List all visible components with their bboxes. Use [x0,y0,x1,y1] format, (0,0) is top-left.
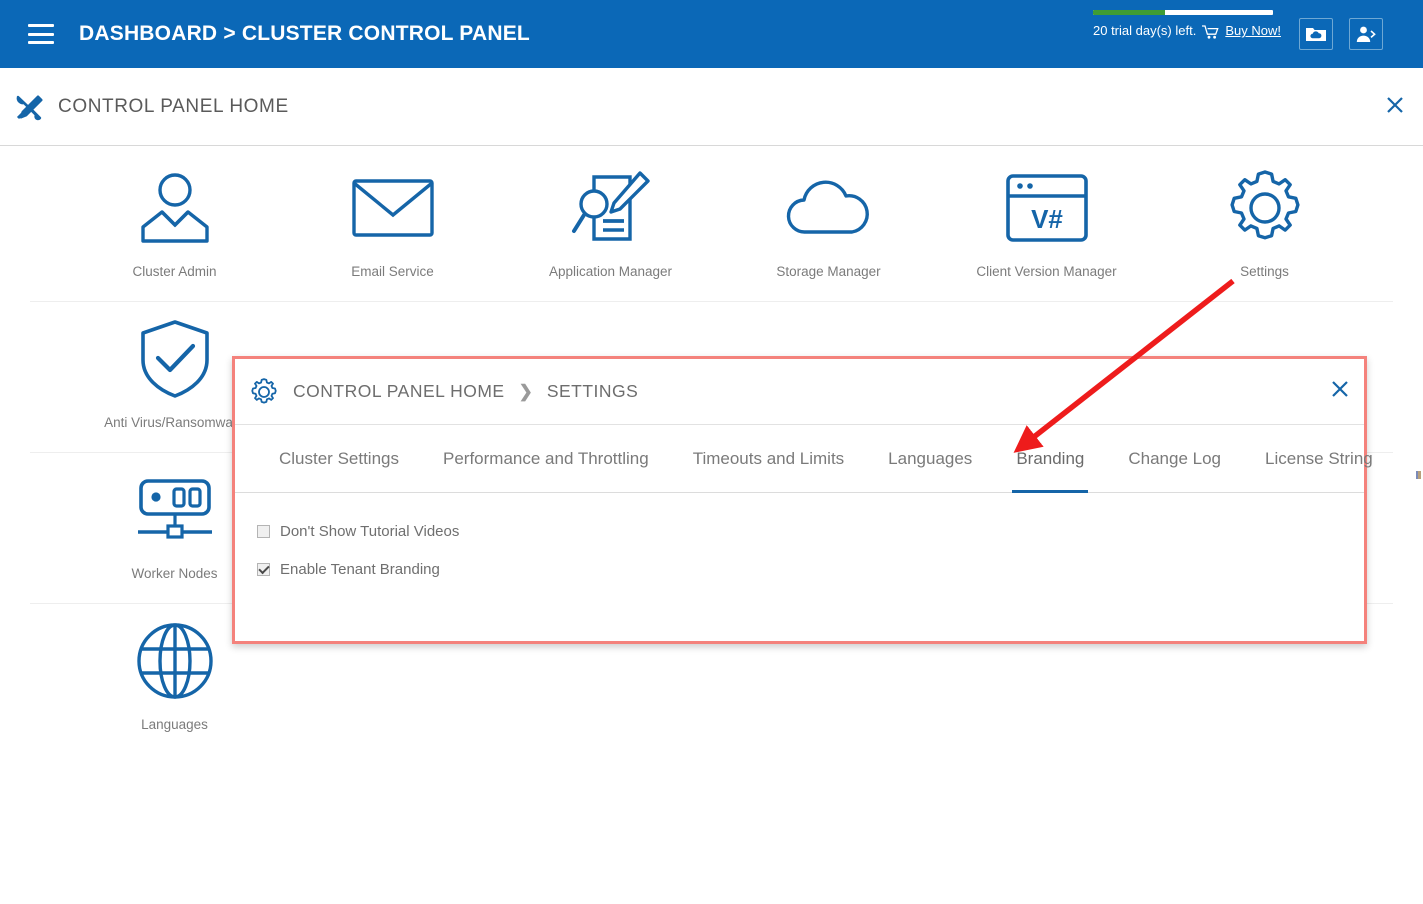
tab-performance-and-throttling[interactable]: Performance and Throttling [421,425,671,493]
tab-label: Change Log [1128,448,1222,468]
tile-storage-manager[interactable]: Storage Manager [741,168,916,279]
browser-window-vhash-icon: V# [959,168,1134,248]
buy-now-link[interactable]: Buy Now! [1225,23,1281,38]
tile-label: Application Manager [548,264,673,279]
checkbox-row: Don't Show Tutorial Videos [257,523,1364,540]
document-search-edit-icon [523,168,698,248]
envelope-icon [305,168,480,248]
control-panel-home-header: CONTROL PANEL HOME [0,68,1423,146]
tab-label: Cluster Settings [279,448,399,468]
tab-cluster-settings[interactable]: Cluster Settings [257,425,421,493]
enable-tenant-branding-label[interactable]: Enable Tenant Branding [280,561,440,578]
tile-client-version-manager[interactable]: V# Client Version Manager [959,168,1134,279]
tab-change-log[interactable]: Change Log [1106,425,1243,493]
tab-timeouts-and-limits[interactable]: Timeouts and Limits [671,425,866,493]
tab-label: Branding [1016,448,1085,468]
tile-label: Languages [141,717,208,732]
tile-label: Email Service [351,264,434,279]
scroll-marker [1416,471,1421,479]
settings-panel-header: CONTROL PANEL HOME ❯ SETTINGS [235,359,1364,425]
settings-tab-bar: Cluster Settings Performance and Throttl… [235,425,1373,493]
close-icon[interactable] [1330,379,1350,404]
breadcrumb-current: SETTINGS [546,381,639,401]
tab-label: Performance and Throttling [443,448,649,468]
checkbox-row: Enable Tenant Branding [257,561,1364,578]
dont-show-tutorial-videos-label[interactable]: Don't Show Tutorial Videos [280,523,459,540]
tile-settings[interactable]: Settings [1177,168,1352,279]
trial-status: 20 trial day(s) left. Buy Now! [1093,10,1281,39]
tab-branding[interactable]: Branding [994,425,1106,493]
enable-tenant-branding-checkbox[interactable] [257,563,270,576]
tab-languages[interactable]: Languages [866,425,994,493]
branding-tab-content: Don't Show Tutorial Videos Enable Tenant… [235,493,1364,578]
tools-icon [12,90,46,124]
top-navigation-bar: DASHBOARD > CLUSTER CONTROL PANEL 20 tri… [0,0,1423,68]
app-root: DASHBOARD > CLUSTER CONTROL PANEL 20 tri… [0,0,1423,904]
trial-info-line: 20 trial day(s) left. Buy Now! [1093,23,1281,39]
tab-label: Languages [888,448,973,468]
tile-cluster-admin[interactable]: Cluster Admin [87,168,262,279]
tile-row: Cluster Admin Email Service Application … [0,150,1423,301]
tile-application-manager[interactable]: Application Manager [523,168,698,279]
tile-email-service[interactable]: Email Service [305,168,480,279]
close-icon[interactable] [1385,95,1405,120]
page-title: CONTROL PANEL HOME [58,95,289,117]
trial-progress-bar [1093,10,1273,15]
cloud-folder-button[interactable] [1299,18,1333,50]
tab-license-string[interactable]: License String [1243,425,1395,493]
svg-text:V#: V# [1031,204,1063,234]
tile-label: Client Version Manager [976,264,1117,279]
user-logout-icon [1356,26,1376,42]
breadcrumb-title: DASHBOARD > CLUSTER CONTROL PANEL [79,22,530,45]
cloud-icon [741,168,916,248]
tile-label: Cluster Admin [132,264,217,279]
gear-icon [1177,168,1352,248]
user-account-button[interactable] [1349,18,1383,50]
breadcrumb-home-link[interactable]: CONTROL PANEL HOME [293,381,505,402]
hamburger-menu-icon[interactable] [28,24,54,44]
tab-label: Timeouts and Limits [692,448,845,468]
cart-icon [1202,24,1219,39]
tab-label: License String [1265,448,1373,468]
settings-overlay-panel: CONTROL PANEL HOME ❯ SETTINGS Cluster Se… [232,356,1373,644]
dont-show-tutorial-videos-checkbox[interactable] [257,525,270,538]
tile-label: Settings [1240,264,1289,279]
cloud-folder-icon [1306,28,1326,41]
gear-icon [249,377,279,407]
tile-label: Storage Manager [776,264,881,279]
chevron-right-icon: ❯ [518,381,533,401]
user-admin-icon [87,168,262,248]
trial-days-label: 20 trial day(s) left. [1093,23,1197,38]
